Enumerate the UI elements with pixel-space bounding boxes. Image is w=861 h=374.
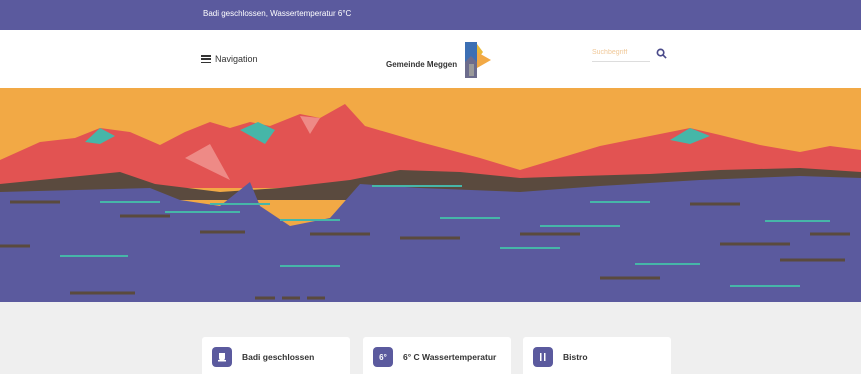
temperature-icon: 6° <box>373 347 393 367</box>
announcement-bar: Badi geschlossen, Wassertemperatur 6°C <box>0 0 861 30</box>
card-badi[interactable]: Badi geschlossen <box>202 337 350 374</box>
navigation-label: Navigation <box>215 54 258 64</box>
bath-icon <box>212 347 232 367</box>
search-input[interactable] <box>592 44 650 62</box>
card-badi-label: Badi geschlossen <box>242 352 315 362</box>
search-icon[interactable] <box>656 48 667 59</box>
site-header: Navigation Gemeinde Meggen <box>0 30 861 88</box>
announcement-text: Badi geschlossen, Wassertemperatur 6°C <box>203 9 352 18</box>
lake-mountain-illustration <box>0 88 861 302</box>
quick-info-cards: Badi geschlossen 6° 6° C Wassertemperatu… <box>0 302 861 374</box>
card-water-temperature-label: 6° C Wassertemperatur <box>403 352 497 362</box>
hero-illustration <box>0 88 861 302</box>
search-box <box>592 42 672 64</box>
navigation-toggle[interactable]: Navigation <box>201 54 258 64</box>
card-bistro-label: Bistro <box>563 352 588 362</box>
cutlery-icon <box>533 347 553 367</box>
hamburger-icon <box>201 55 211 63</box>
card-bistro[interactable]: Bistro <box>523 337 671 374</box>
coat-of-arms-icon <box>465 42 492 78</box>
site-logo[interactable]: Gemeinde Meggen <box>386 42 493 80</box>
logo-text: Gemeinde Meggen <box>386 59 458 69</box>
card-water-temperature[interactable]: 6° 6° C Wassertemperatur <box>363 337 511 374</box>
